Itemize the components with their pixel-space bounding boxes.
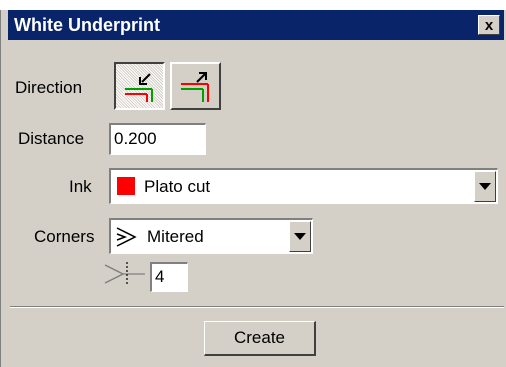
window-title: White Underprint (14, 15, 160, 35)
miter-limit-icon (104, 262, 145, 286)
mitered-corner-icon (116, 227, 137, 247)
inward-offset-arrow-icon (125, 73, 153, 102)
direction-outward-button[interactable] (170, 62, 221, 110)
ink-dropdown[interactable]: Plato cut (109, 168, 498, 204)
distance-input[interactable]: 0.200 (109, 123, 206, 155)
ink-label: Ink (69, 177, 92, 196)
ink-color-swatch (117, 177, 135, 195)
distance-label: Distance (18, 129, 85, 148)
corners-selected-value: Mitered (147, 227, 204, 246)
direction-label: Direction (15, 78, 83, 97)
corners-dropdown[interactable]: Mitered (109, 218, 313, 254)
corners-label: Corners (34, 227, 95, 246)
divider (10, 306, 504, 308)
direction-inward-button[interactable] (114, 62, 165, 110)
close-button[interactable]: x (478, 15, 500, 35)
title-bar[interactable]: White Underprint x (8, 10, 504, 40)
miter-limit-input[interactable]: 4 (150, 262, 188, 292)
create-button[interactable]: Create (204, 321, 316, 356)
chevron-down-icon (479, 183, 491, 190)
outward-offset-arrow-icon (181, 72, 209, 102)
close-icon: x (484, 16, 494, 34)
ink-dropdown-arrow[interactable] (474, 171, 496, 202)
ink-selected-value: Plato cut (144, 177, 211, 196)
corners-dropdown-arrow[interactable] (289, 221, 311, 252)
chevron-down-icon (294, 233, 306, 240)
